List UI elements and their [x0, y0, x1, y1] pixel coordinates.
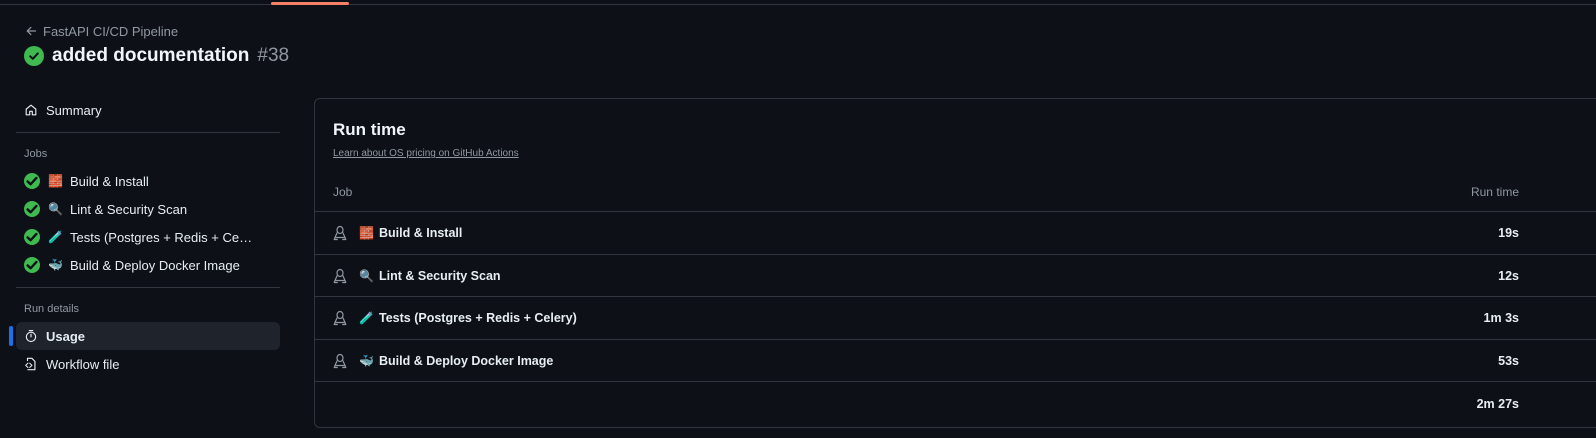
- run-header: added documentation #38: [24, 44, 289, 68]
- linux-icon: [333, 268, 347, 283]
- linux-icon: [333, 310, 347, 326]
- sidebar-item-label: Summary: [46, 102, 102, 118]
- table-row: 🧪 Tests (Postgres + Redis + Celery) 1m 3s: [315, 296, 1596, 339]
- run-time-panel: Run time Learn about OS pricing on GitHu…: [314, 98, 1596, 428]
- check-circle-icon: [24, 257, 40, 273]
- sidebar-divider: [16, 132, 280, 133]
- whale-icon: 🐳: [359, 353, 374, 368]
- panel-title: Run time: [333, 120, 406, 139]
- job-name[interactable]: Build & Install: [379, 226, 462, 240]
- table-header: Job Run time: [315, 185, 1565, 211]
- jobs-heading: Jobs: [24, 148, 48, 160]
- whale-icon: 🐳: [48, 258, 63, 272]
- job-name[interactable]: Lint & Security Scan: [379, 269, 501, 283]
- job-name[interactable]: Tests (Postgres + Redis + Celery): [379, 311, 577, 325]
- sidebar-item-label: Workflow file: [46, 356, 120, 372]
- test-tube-icon: 🧪: [359, 311, 374, 325]
- breadcrumb-link[interactable]: FastAPI CI/CD Pipeline: [43, 24, 178, 39]
- job-runtime: 19s: [1498, 226, 1519, 240]
- arrow-left-icon: [26, 26, 37, 36]
- table-row: 🔍 Lint & Security Scan 12s: [315, 253, 1596, 297]
- top-nav-border: [0, 0, 1596, 5]
- sidebar-job-lint-security[interactable]: 🔍 Lint & Security Scan: [16, 195, 280, 223]
- table-row: 🧱 Build & Install 19s: [315, 211, 1596, 254]
- magnifier-icon: 🔍: [359, 268, 374, 283]
- breadcrumb[interactable]: FastAPI CI/CD Pipeline: [25, 23, 178, 39]
- magnifier-icon: 🔍: [48, 202, 63, 216]
- job-table: 🧱 Build & Install 19s 🔍 Lint & Security Sc…: [315, 211, 1596, 424]
- total-row: 2m 27s: [315, 381, 1596, 424]
- job-runtime: 53s: [1498, 353, 1519, 368]
- column-header-job: Job: [333, 185, 353, 199]
- sidebar-item-usage[interactable]: Usage: [9, 322, 280, 350]
- run-number: #38: [257, 45, 290, 66]
- sidebar-item-label: Lint & Security Scan: [70, 201, 188, 217]
- brick-icon: 🧱: [48, 174, 63, 188]
- check-circle-icon: [24, 201, 40, 217]
- sidebar-job-docker[interactable]: 🐳 Build & Deploy Docker Image: [16, 251, 280, 279]
- column-header-runtime: Run time: [1470, 185, 1519, 199]
- page-title: added documentation: [52, 45, 250, 66]
- sidebar-item-label: Build & Install: [70, 173, 149, 189]
- brick-icon: 🧱: [359, 226, 374, 240]
- sidebar-item-label: Tests (Postgres + Redis + Cele...: [70, 229, 254, 245]
- sidebar-item-label: Usage: [46, 328, 86, 344]
- stopwatch-icon: [25, 330, 37, 343]
- check-circle-icon: [24, 229, 40, 245]
- job-runtime: 1m 3s: [1483, 311, 1519, 325]
- check-circle-icon: [24, 173, 40, 189]
- home-icon: [25, 104, 37, 116]
- sidebar-item-label: Build & Deploy Docker Image: [70, 257, 240, 273]
- sidebar: Summary Jobs 🧱 Build & Install 🔍 Lint & …: [9, 96, 280, 378]
- check-circle-icon: [24, 46, 44, 66]
- linux-icon: [333, 353, 347, 368]
- sidebar-divider: [16, 287, 280, 288]
- active-tab-underline: [271, 2, 349, 5]
- test-tube-icon: 🧪: [48, 230, 63, 244]
- os-pricing-link[interactable]: Learn about OS pricing on GitHub Actions: [333, 148, 519, 159]
- sidebar-job-tests[interactable]: 🧪 Tests (Postgres + Redis + Cele...: [16, 223, 280, 251]
- job-runtime: 12s: [1498, 268, 1519, 283]
- sidebar-item-workflow-file[interactable]: Workflow file: [16, 350, 280, 378]
- sidebar-job-build-install[interactable]: 🧱 Build & Install: [16, 167, 280, 195]
- table-row: 🐳 Build & Deploy Docker Image 53s: [315, 338, 1596, 382]
- sidebar-item-summary[interactable]: Summary: [16, 96, 280, 124]
- file-code-icon: [25, 357, 36, 371]
- job-name[interactable]: Build & Deploy Docker Image: [379, 354, 553, 368]
- run-details-heading: Run details: [24, 303, 80, 315]
- linux-icon: [333, 225, 347, 241]
- total-runtime: 2m 27s: [1476, 397, 1519, 411]
